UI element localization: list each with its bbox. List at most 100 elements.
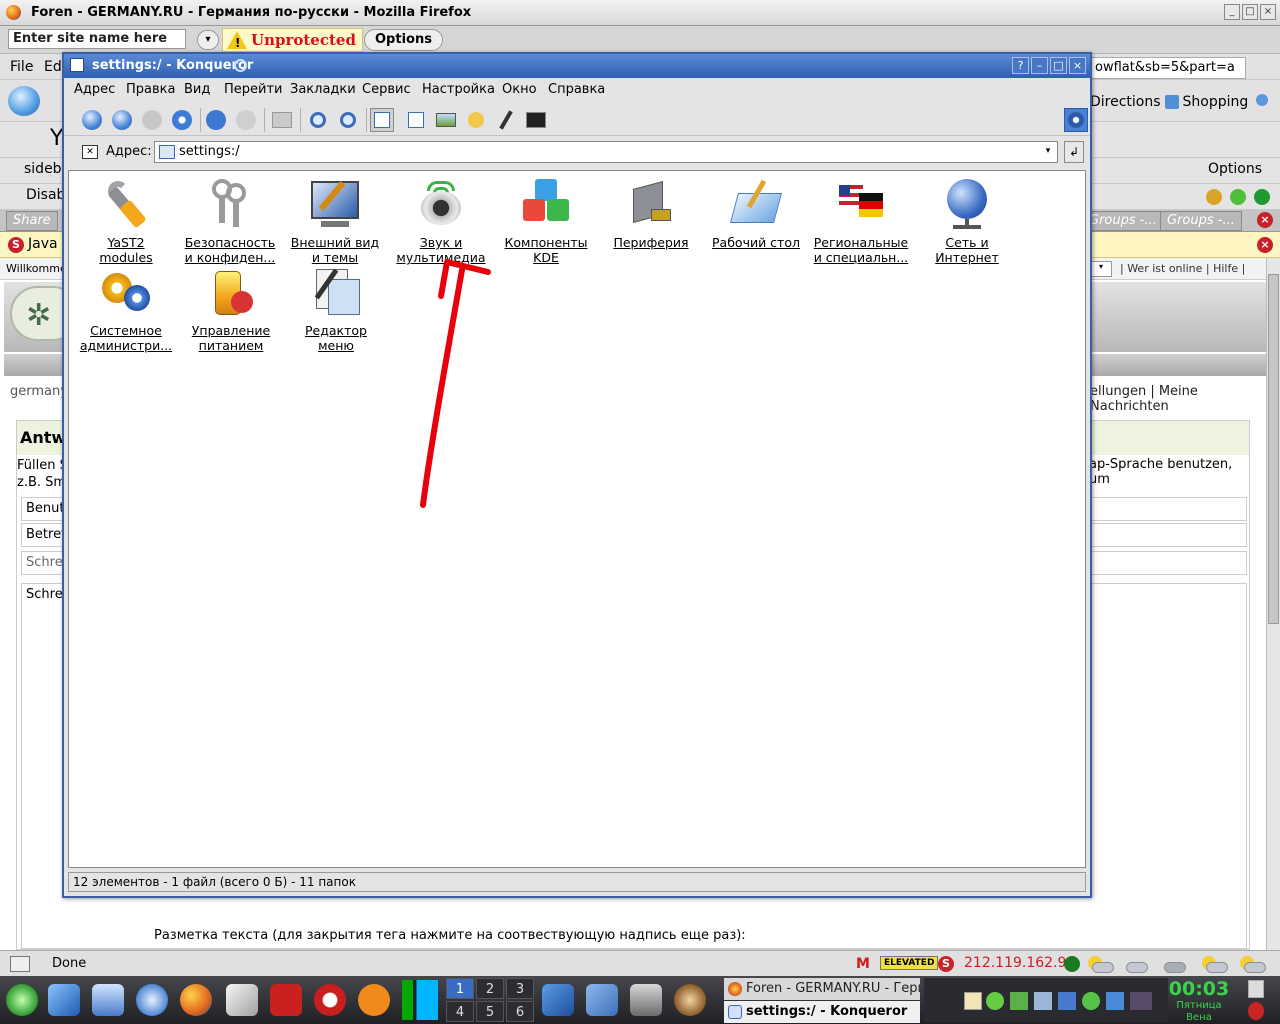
tab-groups-1[interactable]: Groups -... — [1082, 211, 1164, 231]
volume-icon[interactable] — [1034, 992, 1052, 1010]
weather-sunny2-icon[interactable] — [1236, 954, 1268, 974]
tab-groups-2[interactable]: Groups -... — [1160, 211, 1242, 231]
bluetooth-icon[interactable] — [1058, 992, 1076, 1010]
forward-button[interactable] — [110, 108, 134, 132]
url-bar[interactable]: owflat&sb=5&part=a — [1090, 57, 1246, 79]
wand-icon[interactable] — [494, 108, 518, 132]
breadcrumb[interactable]: germany — [10, 384, 68, 399]
weather-view-icon[interactable] — [464, 108, 488, 132]
kmenu-icon[interactable] — [6, 984, 38, 1016]
klipper-icon[interactable] — [964, 992, 982, 1010]
maximize-button[interactable]: □ — [1242, 4, 1258, 20]
check-icon[interactable] — [1230, 189, 1246, 205]
clear-address-icon[interactable]: ✕ — [82, 145, 98, 159]
close-button[interactable]: × — [1260, 4, 1276, 20]
menu-address[interactable]: Адрес — [74, 82, 115, 97]
clock[interactable]: 00:03 Пятница Вена — [1168, 976, 1230, 1024]
site-name-input[interactable]: Enter site name here — [8, 29, 186, 49]
settings-item-peripherals[interactable]: Периферия — [596, 179, 706, 250]
go-button[interactable]: ↲ — [1064, 141, 1084, 163]
back-button[interactable] — [80, 108, 104, 132]
lang-select[interactable]: ▾ — [1090, 261, 1112, 277]
options-right[interactable]: Options — [1208, 161, 1262, 177]
bat-icon[interactable] — [1130, 992, 1152, 1010]
status-green-icon[interactable] — [1254, 189, 1270, 205]
settings-item-power[interactable]: Управление питанием — [176, 267, 286, 353]
stop-button[interactable] — [234, 108, 258, 132]
update-icon[interactable] — [986, 992, 1004, 1010]
settings-item-security[interactable]: Безопасность и конфиден... — [175, 179, 285, 265]
gmail-launcher-icon[interactable] — [270, 984, 302, 1016]
app-launcher-icon[interactable] — [226, 984, 258, 1016]
unprotected-indicator[interactable]: ! Unprotected — [222, 28, 363, 52]
check-tray-icon[interactable] — [1082, 992, 1100, 1010]
weather-rain-icon[interactable] — [1160, 954, 1192, 974]
address-input[interactable]: settings:/ — [154, 141, 1058, 163]
green-status-icon[interactable] — [1064, 956, 1080, 972]
settings-item-appearance[interactable]: Внешний вид и темы — [280, 179, 390, 265]
site-dropdown-button[interactable]: ▾ — [197, 30, 219, 50]
print-icon[interactable] — [270, 108, 294, 132]
top-links[interactable]: | Wer ist online | Hilfe | — [1120, 262, 1245, 275]
image-view-icon[interactable] — [434, 108, 458, 132]
reload-button[interactable] — [204, 108, 228, 132]
settings-item-sysadmin[interactable]: Системное администри... — [71, 267, 181, 353]
settings-item-network[interactable]: Сеть и Интернет — [912, 179, 1022, 265]
settings-item-yast2[interactable]: YaST2 modules — [71, 179, 181, 265]
menu-settings[interactable]: Настройка — [422, 82, 495, 97]
menu-help[interactable]: Справка — [548, 82, 605, 97]
network-tray-icon[interactable] — [1010, 992, 1028, 1010]
zoom-out-icon[interactable] — [336, 108, 360, 132]
tree-view-button[interactable] — [404, 108, 428, 132]
directions-link[interactable]: Directions — [1090, 94, 1161, 110]
settings-item-regional[interactable]: Региональные и специальн... — [806, 179, 916, 265]
maximize-button[interactable]: □ — [1050, 57, 1067, 74]
help-button[interactable]: ? — [1012, 57, 1029, 74]
help-icon[interactable] — [1206, 189, 1222, 205]
firefox-launcher-icon[interactable] — [180, 984, 212, 1016]
terminal-icon[interactable] — [524, 108, 548, 132]
disable-label[interactable]: Disab — [26, 187, 65, 203]
desktop-2[interactable]: 2 — [476, 978, 504, 999]
desktop-6[interactable]: 6 — [506, 1001, 534, 1022]
close-button[interactable]: × — [1069, 57, 1086, 74]
back-button[interactable] — [8, 86, 40, 116]
konqueror-icon[interactable] — [136, 984, 168, 1016]
logout-icon[interactable] — [1248, 1002, 1264, 1020]
icon-view-button[interactable] — [370, 108, 394, 132]
weather-partly-icon[interactable] — [1122, 954, 1154, 974]
gmail-icon[interactable]: M — [856, 956, 870, 972]
tab-share[interactable]: Share — [6, 211, 58, 231]
kde-gear-icon[interactable] — [1064, 108, 1088, 132]
menu-view[interactable]: Вид — [184, 82, 210, 97]
weather-cloudy-icon[interactable] — [1084, 954, 1116, 974]
weather-sunny-icon[interactable] — [1198, 954, 1230, 974]
desktop-preview-icon[interactable] — [92, 984, 124, 1016]
menu-bookmarks[interactable]: Закладки — [290, 82, 356, 97]
desktop-1[interactable]: 1 — [446, 978, 474, 999]
options-button[interactable]: Options — [364, 29, 443, 51]
page-scrollbar[interactable] — [1266, 258, 1280, 950]
minimize-button[interactable]: – — [1031, 57, 1048, 74]
s-icon[interactable]: S — [938, 956, 954, 972]
lock-screen-icon[interactable] — [1248, 980, 1264, 998]
settings-item-menu-editor[interactable]: Редактор меню — [281, 267, 391, 353]
up-button[interactable] — [140, 108, 164, 132]
go-arrow-icon[interactable] — [1256, 94, 1268, 106]
shopping-link[interactable]: Shopping — [1183, 94, 1249, 110]
desktop-4[interactable]: 4 — [446, 1001, 474, 1022]
camera-icon[interactable] — [630, 984, 662, 1016]
home-folder-icon[interactable] — [48, 984, 80, 1016]
menu-tools[interactable]: Сервис — [362, 82, 411, 97]
settings-item-kde-components[interactable]: Компоненты KDE — [491, 179, 601, 265]
desktop-5[interactable]: 5 — [476, 1001, 504, 1022]
desktop-3[interactable]: 3 — [506, 978, 534, 999]
menu-edit[interactable]: Правка — [126, 82, 175, 97]
menu-file[interactable]: File — [10, 59, 33, 75]
close-notification-icon[interactable]: × — [1257, 237, 1273, 253]
address-dropdown-icon[interactable]: ▾ — [1040, 142, 1056, 161]
lan-icon[interactable] — [586, 984, 618, 1016]
skype-icon[interactable] — [358, 984, 390, 1016]
settings-item-desktop[interactable]: Рабочий стол — [701, 179, 811, 250]
system-monitor-icon[interactable] — [402, 980, 438, 1020]
